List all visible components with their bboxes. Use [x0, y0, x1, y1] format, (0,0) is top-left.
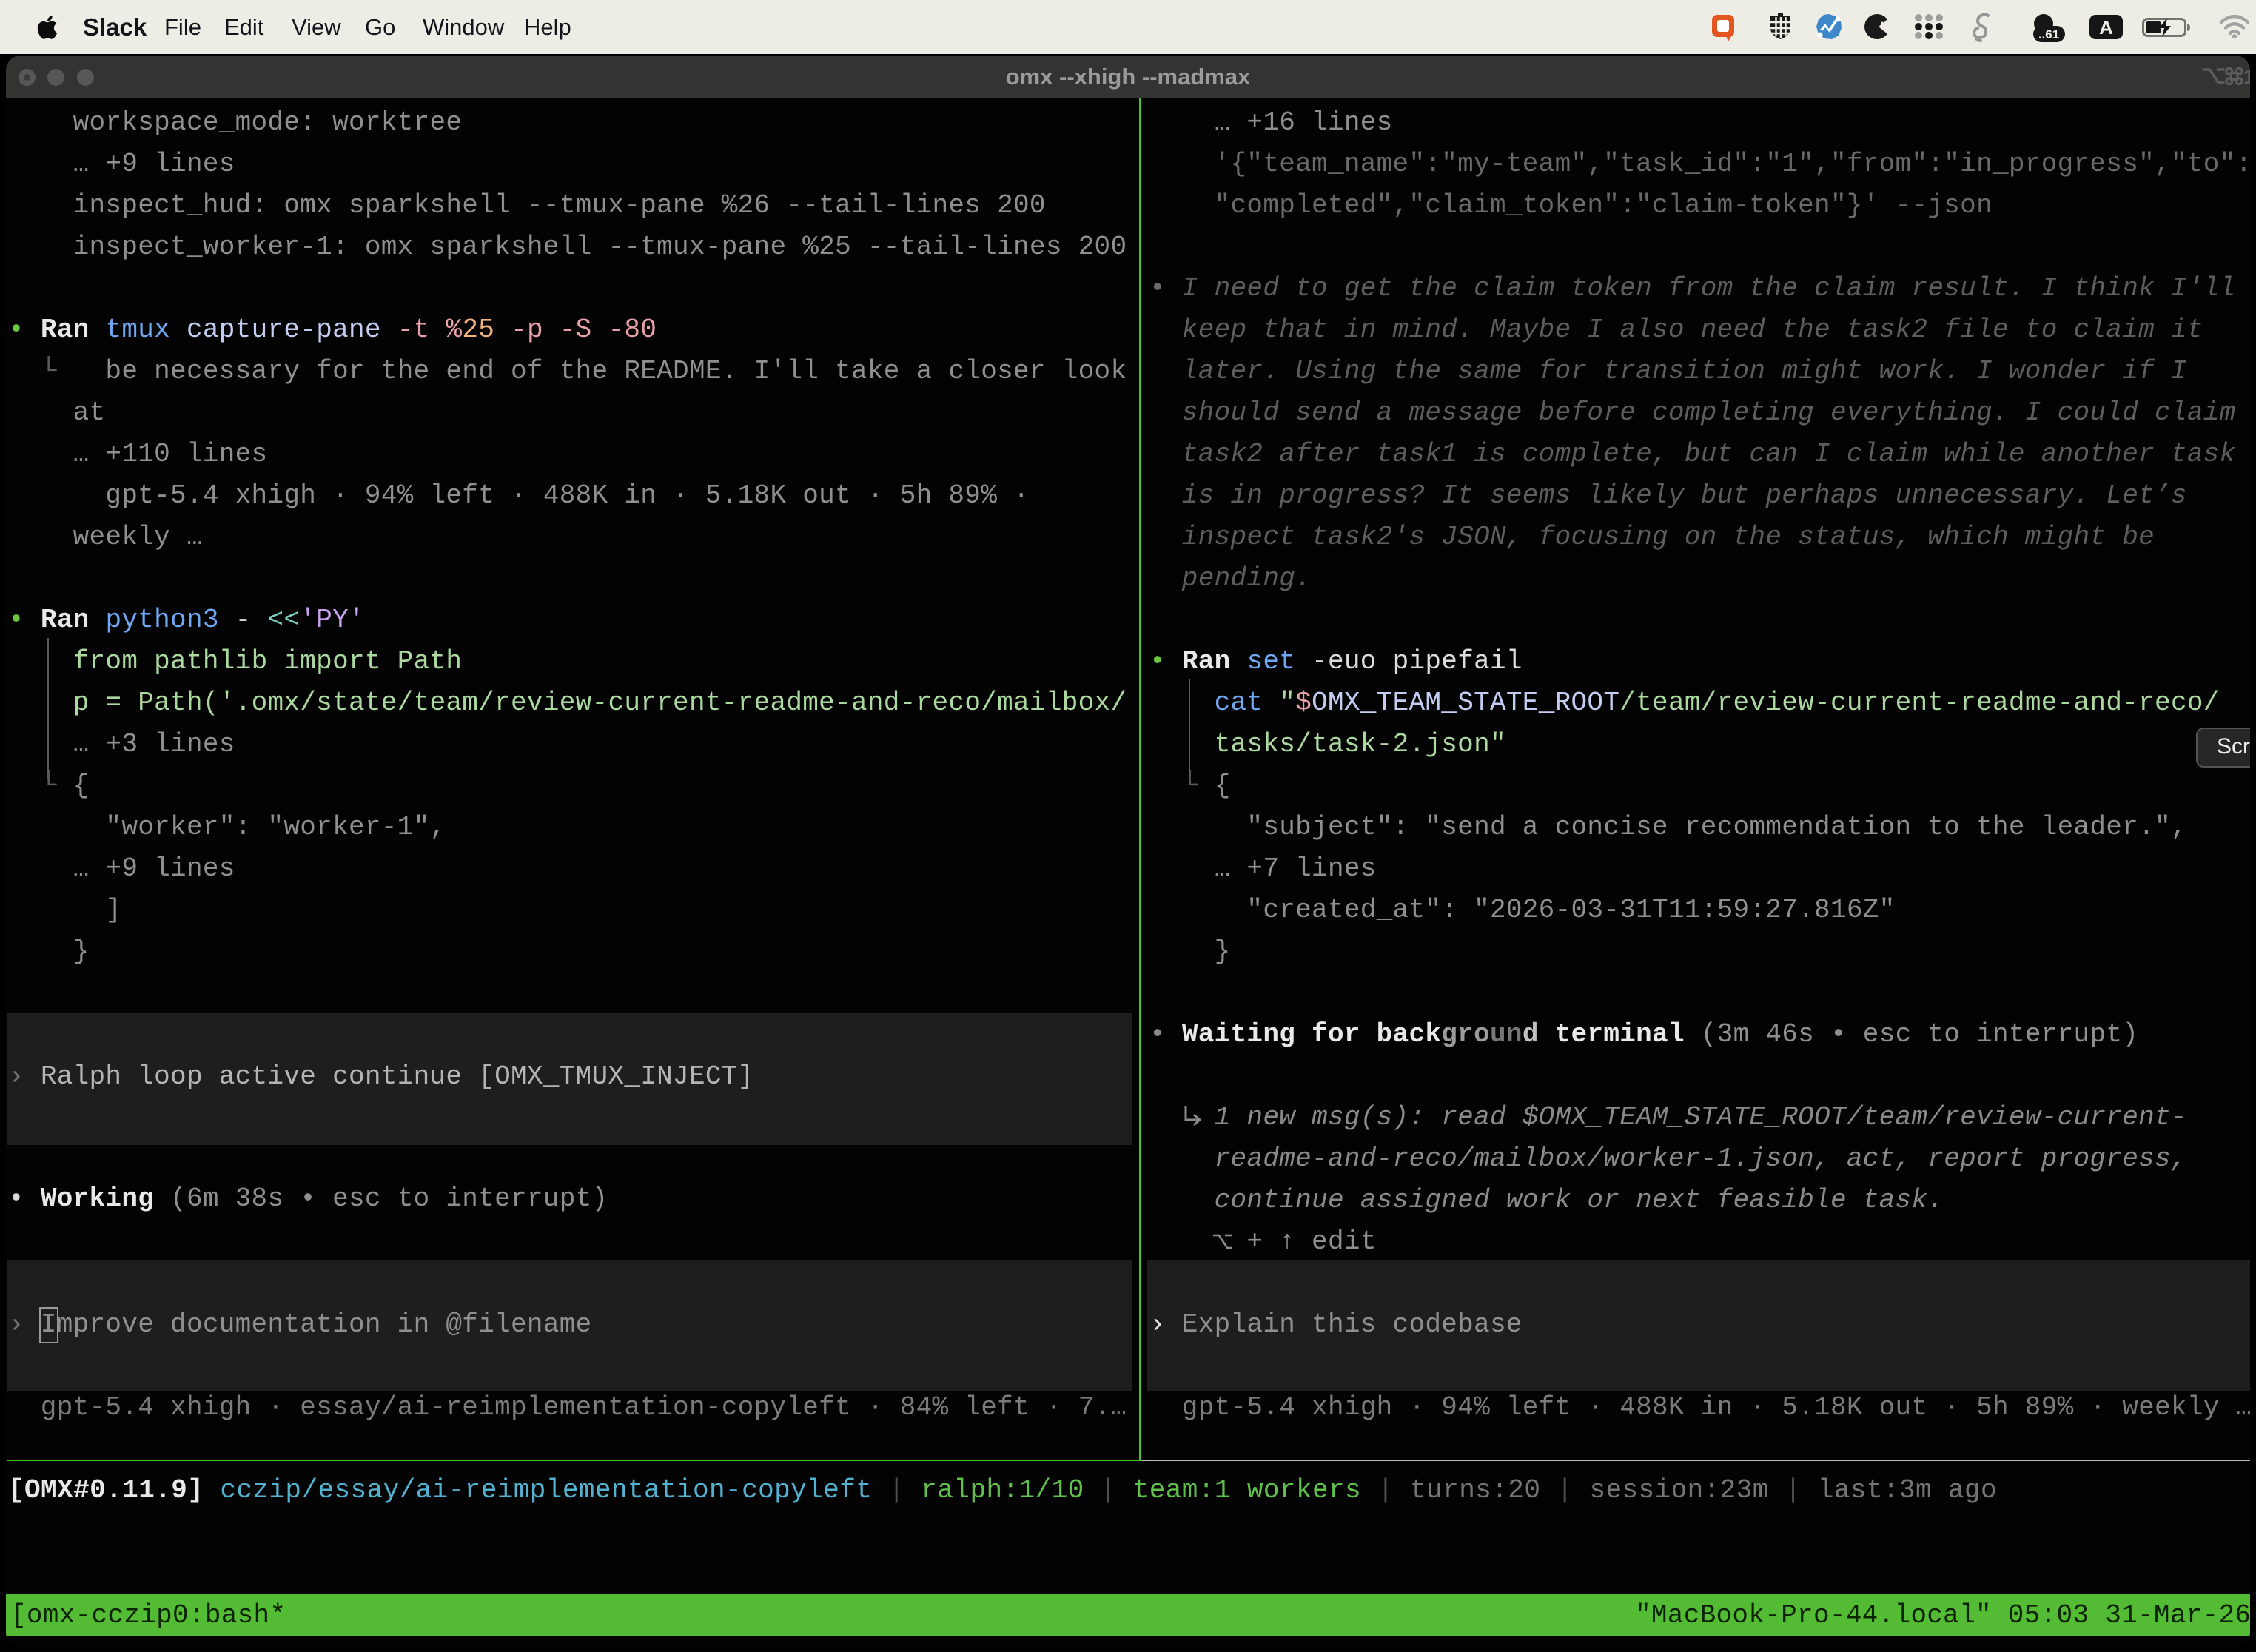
svg-text:A: A — [2099, 16, 2113, 38]
svg-text:..61: ..61 — [2038, 27, 2059, 41]
